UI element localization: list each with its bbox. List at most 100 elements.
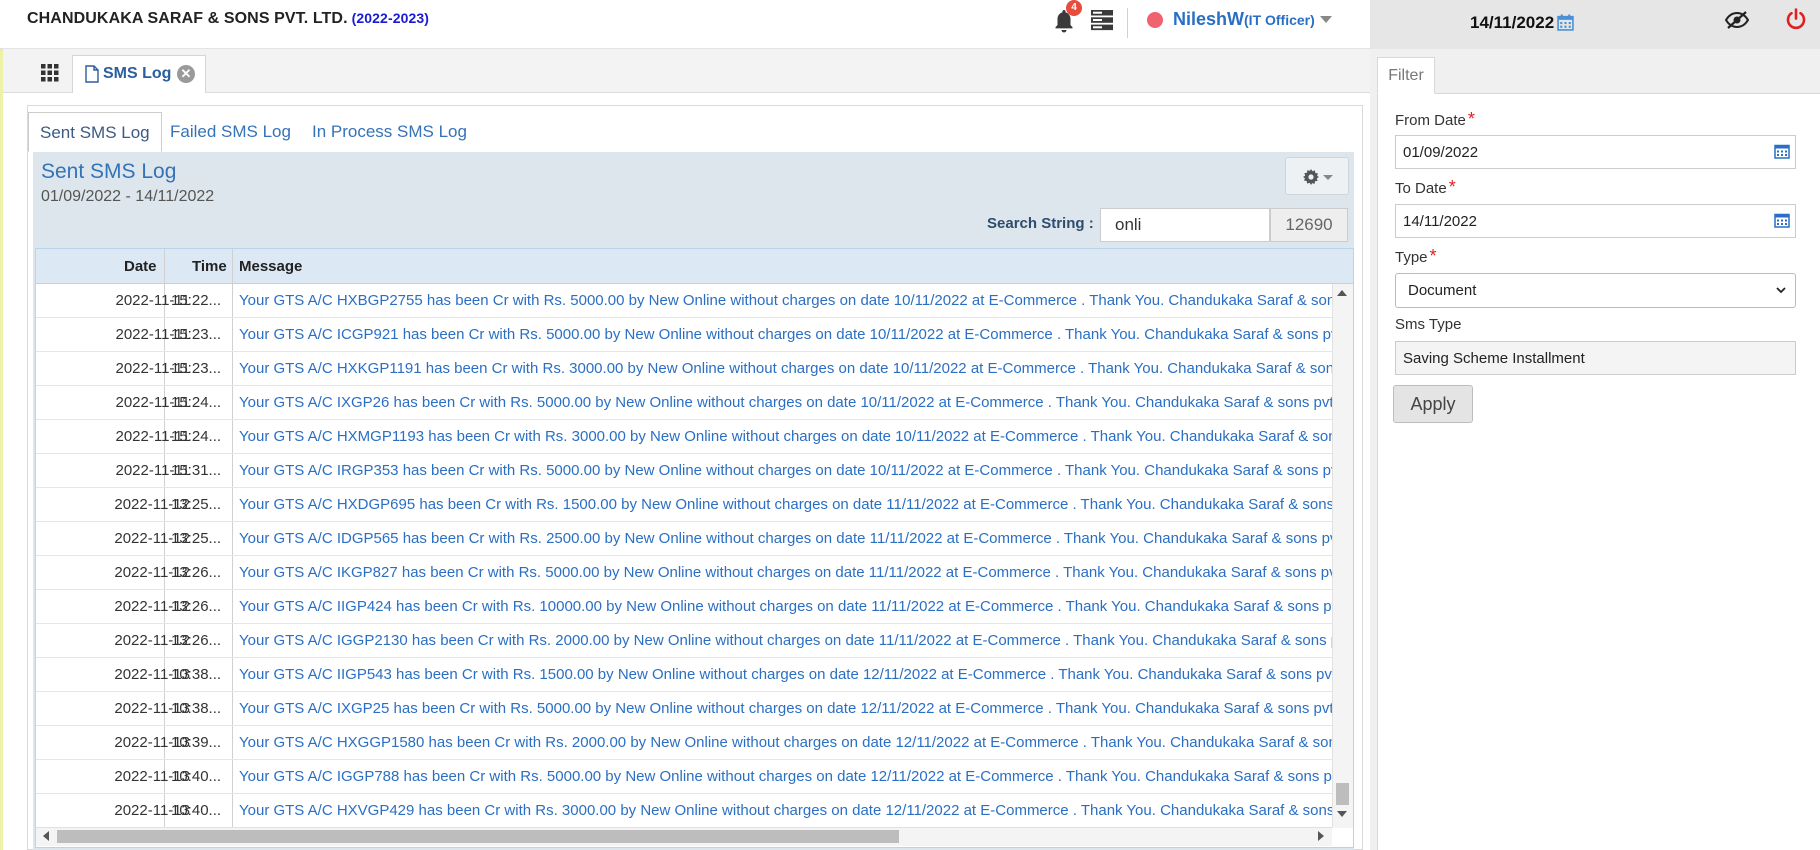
cell-time: 10:40... [171,768,222,785]
cell-message[interactable]: Your GTS A/C IIGP424 has been Cr with Rs… [239,598,1332,615]
cell-time: 15:24... [171,394,222,411]
cell-time: 13:25... [171,496,222,513]
cell-message[interactable]: Your GTS A/C IRGP353 has been Cr with Rs… [239,462,1332,479]
cell-message[interactable]: Your GTS A/C HXMGP1193 has been Cr with … [239,428,1332,445]
column-header-time[interactable]: Time [192,258,227,275]
eye-slash-icon[interactable] [1724,10,1750,30]
tab-strip [3,49,1370,93]
table-row[interactable]: 2022-11-11 15:23... Your GTS A/C ICGP921 h… [36,318,1332,352]
table-row[interactable]: 2022-11-12 13:26... Your GTS A/C IIGP424 h… [36,590,1332,624]
apply-button[interactable]: Apply [1393,385,1473,423]
cell-time: 15:22... [171,292,222,309]
tab-sms-log[interactable]: SMS Log ✕ [72,55,206,93]
vertical-scroll-thumb[interactable] [1336,783,1349,805]
company-name: CHANDUKAKA SARAF & SONS PVT. LTD. (2022-2… [27,10,430,27]
cell-time: 15:23... [171,360,222,377]
tab-failed-sms-log[interactable]: Failed SMS Log [170,112,291,152]
scroll-right-arrow[interactable] [1318,831,1324,841]
table-row[interactable]: 2022-11-11 15:24... Your GTS A/C HXMGP1193… [36,420,1332,454]
calendar-icon[interactable] [1774,143,1790,159]
table-row[interactable]: 2022-11-12 13:25... Your GTS A/C HXDGP695 … [36,488,1332,522]
chevron-down-icon [1776,287,1786,294]
cell-time: 10:38... [171,666,222,683]
to-date-field[interactable]: 14/11/2022 [1395,204,1796,238]
grid-header [36,249,1353,284]
table-row[interactable]: 2022-11-11 15:24... Your GTS A/C IXGP26 ha… [36,386,1332,420]
chevron-down-icon[interactable] [1320,16,1332,23]
cell-message[interactable]: Your GTS A/C IKGP827 has been Cr with Rs… [239,564,1332,581]
cell-time: 13:26... [171,598,222,615]
type-label: Type * [1395,246,1437,266]
cell-message[interactable]: Your GTS A/C IGGP2130 has been Cr with R… [239,632,1332,649]
tab-sent-sms-log[interactable]: Sent SMS Log [28,112,162,152]
cell-message[interactable]: Your GTS A/C HXVGP429 has been Cr with R… [239,802,1332,819]
cell-message[interactable]: Your GTS A/C IXGP25 has been Cr with Rs.… [239,700,1332,717]
cell-time: 15:23... [171,326,222,343]
cell-time: 10:38... [171,700,222,717]
grid-apps-icon[interactable] [33,58,67,88]
cell-message[interactable]: Your GTS A/C IGGP788 has been Cr with Rs… [239,768,1332,785]
tab-in-process-sms-log[interactable]: In Process SMS Log [312,112,467,152]
column-header-message[interactable]: Message [239,258,302,275]
cell-message[interactable]: Your GTS A/C HXDGP695 has been Cr with R… [239,496,1332,513]
chevron-down-icon [1323,175,1333,180]
scroll-down-arrow[interactable] [1337,811,1347,817]
table-row[interactable]: 2022-11-13 10:38... Your GTS A/C IIGP543 h… [36,658,1332,692]
table-row[interactable]: 2022-11-13 10:38... Your GTS A/C IXGP25 ha… [36,692,1332,726]
vertical-scrollbar[interactable] [1332,284,1353,828]
cell-message[interactable]: Your GTS A/C HXGGP1580 has been Cr with … [239,734,1332,751]
table-row[interactable]: 2022-11-11 15:22... Your GTS A/C HXBGP2755… [36,284,1332,318]
table-row[interactable]: 2022-11-13 10:40... Your GTS A/C IGGP788 h… [36,760,1332,794]
type-select[interactable]: Document [1395,273,1796,308]
sms-type-field[interactable]: Saving Scheme Installment [1395,341,1796,375]
to-date-label: To Date * [1395,177,1456,197]
table-row[interactable]: 2022-11-12 13:26... Your GTS A/C IKGP827 h… [36,556,1332,590]
search-label: Search String : [987,215,1094,232]
table-row[interactable]: 2022-11-11 15:23... Your GTS A/C HXKGP1191… [36,352,1332,386]
sms-type-label: Sms Type [1395,316,1462,333]
from-date-field[interactable]: 01/09/2022 [1395,135,1796,169]
horizontal-scroll-thumb[interactable] [57,830,899,843]
calendar-icon[interactable] [1774,212,1790,228]
cell-time: 13:25... [171,530,222,547]
tab-filter[interactable]: Filter [1377,57,1435,94]
calendar-icon[interactable] [1557,14,1574,31]
gear-icon [1303,169,1319,185]
cell-message[interactable]: Your GTS A/C IXGP26 has been Cr with Rs.… [239,394,1332,411]
required-mark: * [1429,246,1437,266]
table-row[interactable]: 2022-11-11 15:31... Your GTS A/C IRGP353 h… [36,454,1332,488]
scroll-up-arrow[interactable] [1337,290,1347,296]
search-input[interactable]: onli [1100,208,1270,242]
top-right-bar [1370,0,1820,49]
table-row[interactable]: 2022-11-13 10:39... Your GTS A/C HXGGP1580… [36,726,1332,760]
user-status-dot [1147,12,1163,28]
column-header-date[interactable]: Date [124,258,157,275]
cell-time: 15:24... [171,428,222,445]
close-icon[interactable]: ✕ [177,65,195,83]
scroll-left-arrow[interactable] [43,831,49,841]
cell-message[interactable]: Your GTS A/C ICGP921 has been Cr with Rs… [239,326,1332,343]
cell-message[interactable]: Your GTS A/C IIGP543 has been Cr with Rs… [239,666,1332,683]
required-mark: * [1467,109,1475,129]
record-count: 12690 [1270,208,1348,242]
table-row[interactable]: 2022-11-12 13:25... Your GTS A/C IDGP565 h… [36,522,1332,556]
cell-message[interactable]: Your GTS A/C HXBGP2755 has been Cr with … [239,292,1332,309]
notification-count-badge: 4 [1066,0,1082,16]
cell-time: 13:26... [171,632,222,649]
header-divider [1127,8,1128,38]
current-date: 14/11/2022 [1470,13,1555,32]
cell-time: 10:40... [171,802,222,819]
cell-time: 15:31... [171,462,222,479]
cell-time: 10:39... [171,734,222,751]
from-date-label: From Date * [1395,109,1475,129]
cell-time: 13:26... [171,564,222,581]
server-icon[interactable] [1090,9,1114,31]
table-row[interactable]: 2022-11-12 13:26... Your GTS A/C IGGP2130 … [36,624,1332,658]
settings-button[interactable] [1285,157,1349,195]
tab-sms-log-label: SMS Log [103,65,172,82]
power-icon[interactable] [1785,8,1807,30]
cell-message[interactable]: Your GTS A/C IDGP565 has been Cr with Rs… [239,530,1332,547]
cell-message[interactable]: Your GTS A/C HXKGP1191 has been Cr with … [239,360,1332,377]
table-row[interactable]: 2022-11-13 10:40... Your GTS A/C HXVGP429 … [36,794,1332,828]
user-menu[interactable]: NileshW(IT Officer) [1173,9,1315,30]
